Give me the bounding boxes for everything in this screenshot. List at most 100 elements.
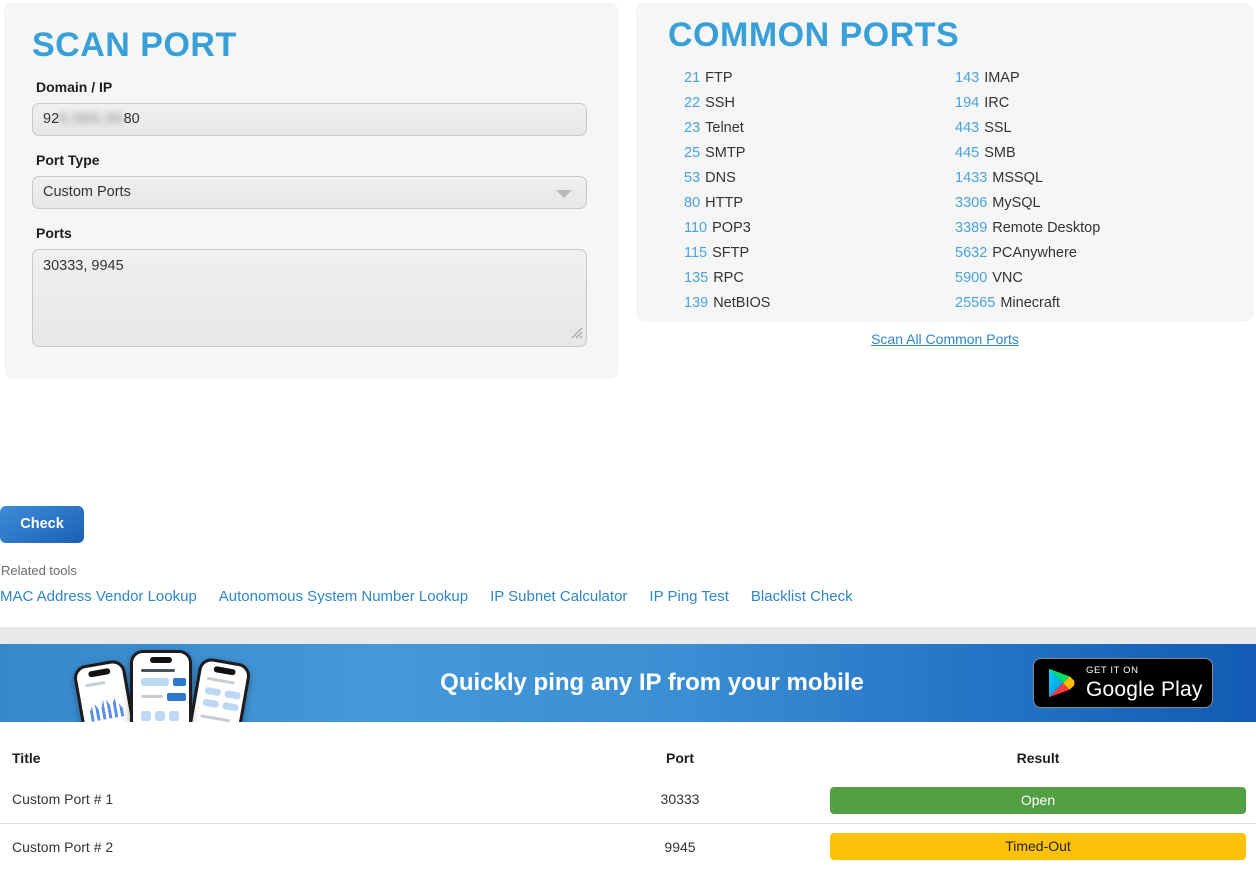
port-number: 194 (955, 95, 979, 111)
common-port-item: 5632 PCAnywhere (955, 241, 1100, 266)
common-ports-title: COMMON PORTS (668, 16, 1222, 55)
table-row-divider (0, 823, 1256, 824)
table-row-title: Custom Port # 1 (12, 791, 113, 807)
port-number: 21 (684, 70, 700, 86)
port-type-select[interactable]: Custom Ports (32, 176, 587, 209)
port-name: SFTP (712, 245, 749, 261)
port-name: MSSQL (992, 170, 1043, 186)
port-name: SMB (984, 145, 1015, 161)
ports-label: Ports (36, 225, 591, 241)
port-number: 25 (684, 145, 700, 161)
domain-ip-value-redacted: 0.000.00 (59, 111, 123, 127)
port-number: 5632 (955, 245, 987, 261)
port-number: 143 (955, 70, 979, 86)
common-port-item: 443SSL (955, 116, 1100, 141)
google-play-badge[interactable]: GET IT ON Google Play (1033, 658, 1213, 708)
common-port-item: 445SMB (955, 141, 1100, 166)
domain-ip-value-prefix: 92 (43, 111, 59, 127)
related-tools-links: MAC Address Vendor Lookup Autonomous Sys… (0, 588, 853, 605)
related-tools-heading: Related tools (1, 563, 77, 578)
domain-ip-label: Domain / IP (36, 79, 591, 95)
port-number: 139 (684, 295, 708, 311)
common-port-item: 25 SMTP (684, 141, 770, 166)
port-name: Remote Desktop (992, 220, 1100, 236)
port-number: 135 (684, 270, 708, 286)
port-scanner-page: SCAN PORT Domain / IP 920.000.0080 Port … (0, 0, 1256, 875)
common-ports-card: COMMON PORTS 21 FTP 22 SSH 23 Telnet 25 SMTP… (636, 2, 1254, 322)
port-name: PCAnywhere (992, 245, 1077, 261)
link-ip-subnet-calculator[interactable]: IP Subnet Calculator (490, 588, 627, 605)
status-badge-timed-out: Timed-Out (830, 833, 1246, 860)
port-name: SMTP (705, 145, 745, 161)
port-type-selected-value: Custom Ports (43, 184, 131, 200)
check-button[interactable]: Check (0, 506, 84, 543)
domain-ip-value-suffix: 80 (124, 111, 140, 127)
port-name: Minecraft (1000, 295, 1060, 311)
table-row-port: 30333 (600, 791, 760, 807)
port-name: FTP (705, 70, 732, 86)
port-name: IMAP (984, 70, 1019, 86)
status-badge-open: Open (830, 787, 1246, 814)
phones-illustration (78, 648, 250, 722)
port-name: SSL (984, 120, 1011, 136)
scan-port-card: SCAN PORT Domain / IP 920.000.0080 Port … (4, 2, 619, 379)
banner-headline: Quickly ping any IP from your mobile (440, 669, 864, 697)
port-number: 3306 (955, 195, 987, 211)
mobile-app-promo-banner: Quickly ping any IP from your mobile GET… (0, 644, 1256, 722)
chevron-down-icon (556, 190, 572, 198)
port-name: RPC (713, 270, 744, 286)
scan-all-common-ports-wrapper: Scan All Common Ports (636, 331, 1254, 349)
scan-port-title: SCAN PORT (32, 26, 591, 65)
port-number: 1433 (955, 170, 987, 186)
port-name: HTTP (705, 195, 743, 211)
common-ports-column-2: 143 IMAP 194 IRC 443SSL 445SMB 1433 MSSQL 3… (955, 66, 1100, 316)
table-header-title: Title (12, 750, 41, 766)
port-name: MySQL (992, 195, 1040, 211)
common-port-item: 80 HTTP (684, 191, 770, 216)
table-row-port: 9945 (600, 839, 760, 855)
port-number: 23 (684, 120, 700, 136)
table-header-port: Port (600, 750, 760, 766)
phone-mockup-center (130, 650, 192, 722)
common-port-item: 143 IMAP (955, 66, 1100, 91)
ports-textarea[interactable]: 30333, 9945 (32, 249, 587, 347)
common-port-item: 1433 MSSQL (955, 166, 1100, 191)
link-blacklist-check[interactable]: Blacklist Check (751, 588, 853, 605)
table-header-result: Result (830, 750, 1246, 766)
port-number: 53 (684, 170, 700, 186)
port-name: IRC (984, 95, 1009, 111)
link-ip-ping-test[interactable]: IP Ping Test (649, 588, 729, 605)
port-number: 22 (684, 95, 700, 111)
google-play-small-text: GET IT ON (1086, 666, 1203, 676)
port-name: POP3 (712, 220, 751, 236)
port-name: NetBIOS (713, 295, 770, 311)
table-row-title: Custom Port # 2 (12, 839, 113, 855)
port-name: SSH (705, 95, 735, 111)
common-port-item: 5900 VNC (955, 266, 1100, 291)
port-number: 115 (684, 245, 707, 261)
common-port-item: 115 SFTP (684, 241, 770, 266)
port-type-label: Port Type (36, 152, 591, 168)
port-name: Telnet (705, 120, 744, 136)
common-port-item: 23 Telnet (684, 116, 770, 141)
common-port-item: 22 SSH (684, 91, 770, 116)
port-name: VNC (992, 270, 1023, 286)
domain-ip-input[interactable]: 920.000.0080 (32, 103, 587, 136)
ports-value: 30333, 9945 (43, 258, 124, 274)
resize-grip-icon[interactable] (571, 327, 583, 343)
link-autonomous-system-number-lookup[interactable]: Autonomous System Number Lookup (219, 588, 468, 605)
common-port-item: 3389Remote Desktop (955, 216, 1100, 241)
port-number: 80 (684, 195, 700, 211)
port-number: 5900 (955, 270, 987, 286)
common-port-item: 25565 Minecraft (955, 291, 1100, 316)
google-play-icon (1047, 668, 1075, 698)
scan-all-common-ports-link[interactable]: Scan All Common Ports (871, 331, 1019, 347)
port-number: 110 (684, 220, 707, 236)
google-play-large-text: Google Play (1086, 679, 1203, 700)
port-name: DNS (705, 170, 736, 186)
link-mac-address-vendor-lookup[interactable]: MAC Address Vendor Lookup (0, 588, 197, 605)
common-port-item: 21 FTP (684, 66, 770, 91)
google-play-text: GET IT ON Google Play (1086, 666, 1203, 701)
port-number: 25565 (955, 295, 995, 311)
section-divider-strip (0, 627, 1256, 644)
